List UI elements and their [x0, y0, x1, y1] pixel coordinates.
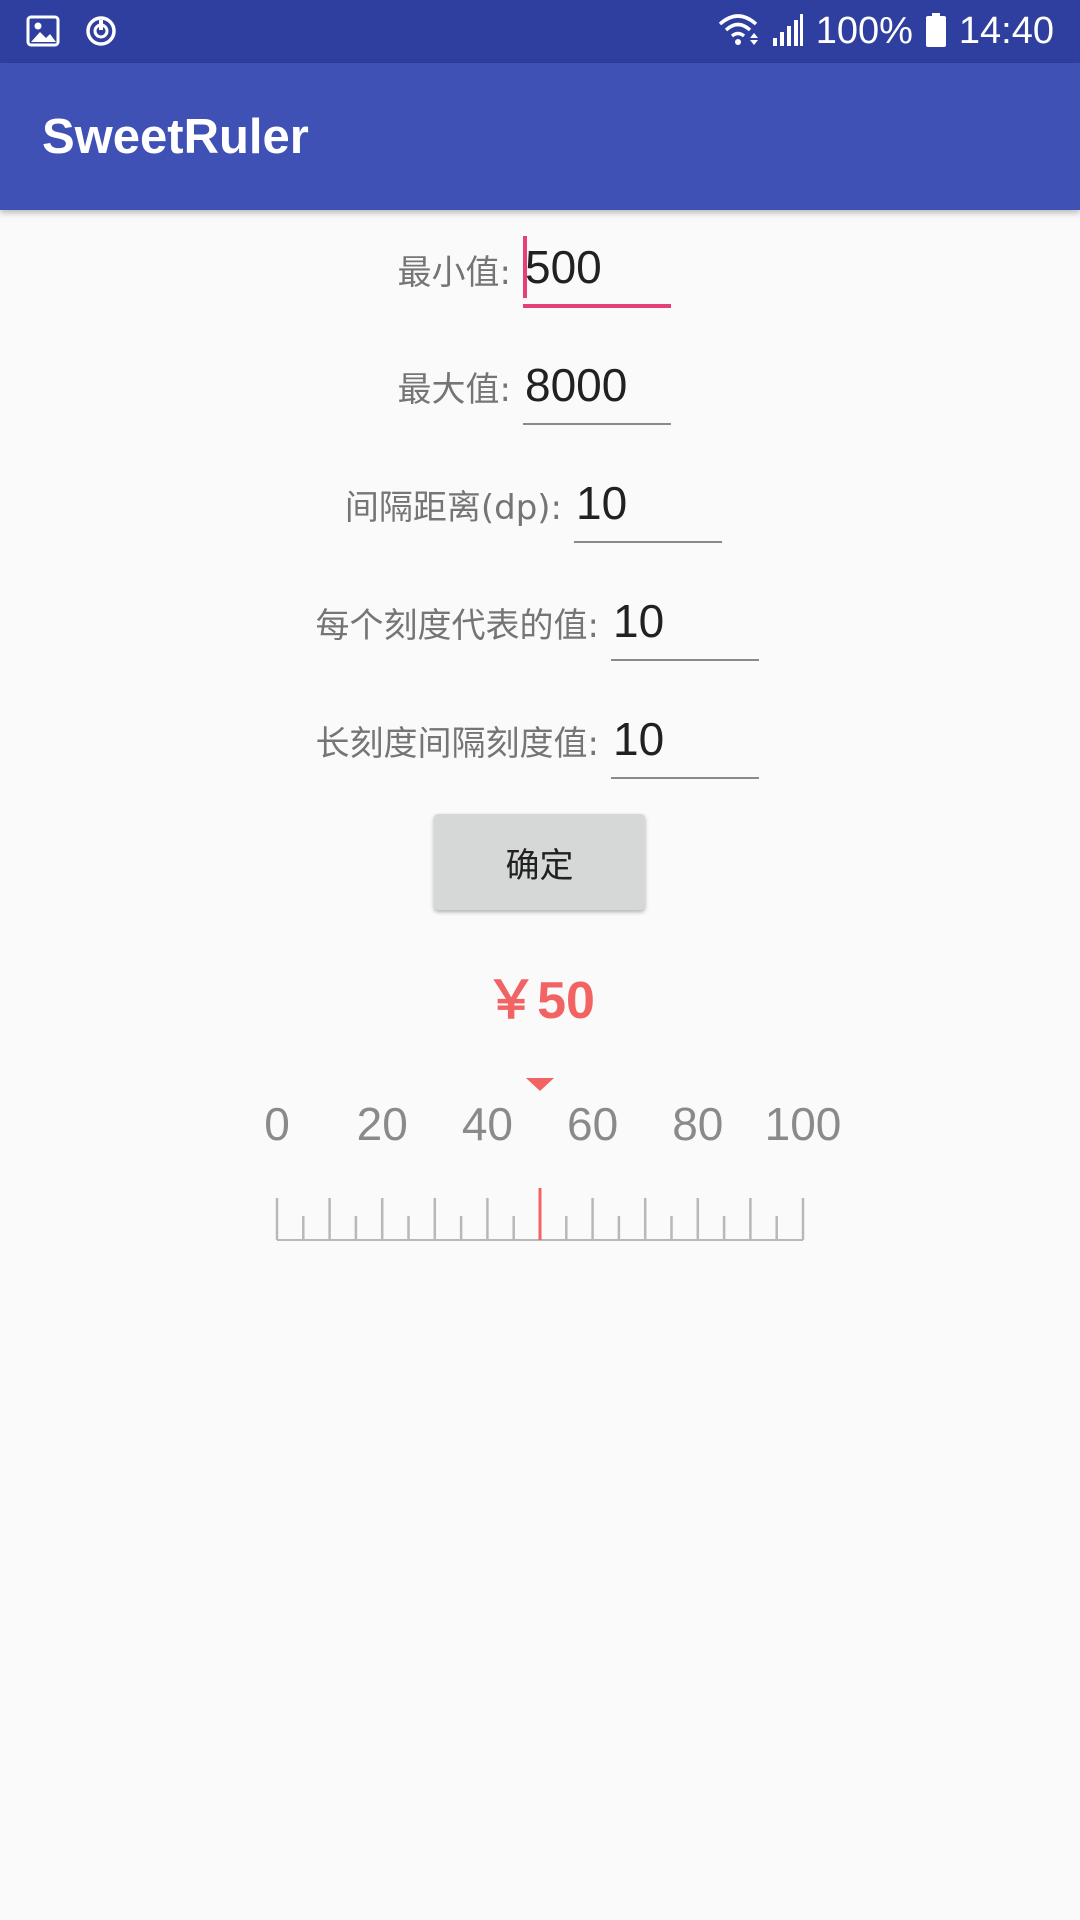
long-tick-interval-input[interactable] — [611, 707, 759, 779]
image-icon — [26, 14, 60, 52]
ruler-tick-labels: 0 20 40 60 80 100 — [264, 1098, 841, 1150]
battery-percent: 100% — [815, 10, 913, 52]
interval-distance-label: 间隔距离(dp): — [344, 488, 562, 528]
max-value-input[interactable] — [523, 353, 671, 425]
status-bar: 100% 14:40 — [0, 0, 1080, 63]
ruler-tick-label: 100 — [765, 1098, 842, 1150]
interval-distance-input[interactable] — [574, 471, 722, 543]
battery-icon — [925, 12, 947, 52]
app-bar: SweetRuler — [0, 63, 1080, 210]
ruler-tick-label: 80 — [672, 1098, 723, 1150]
ruler-slider[interactable]: 0 20 40 60 80 100 — [0, 1060, 1080, 1250]
wifi-icon — [716, 12, 760, 52]
ruler-tick-label: 40 — [462, 1098, 513, 1150]
min-value-label: 最小值: — [397, 253, 511, 293]
text-cursor — [523, 236, 527, 298]
min-value-input[interactable] — [523, 236, 671, 308]
long-tick-interval-label: 长刻度间隔刻度值: — [315, 724, 599, 764]
ruler-pointer-icon — [526, 1078, 554, 1091]
app-title: SweetRuler — [42, 110, 309, 164]
signal-icon — [772, 12, 804, 52]
current-value-display: ￥50 — [485, 972, 595, 1030]
max-value-label: 最大值: — [397, 370, 511, 410]
tick-value-input[interactable] — [611, 589, 759, 661]
clock: 14:40 — [958, 10, 1054, 52]
ruler-tick-label: 0 — [264, 1098, 290, 1150]
ruler-tick-label: 60 — [567, 1098, 618, 1150]
ruler-tick-label: 20 — [357, 1098, 408, 1150]
confirm-button[interactable]: 确定 — [434, 814, 645, 910]
sync-icon — [84, 14, 118, 52]
tick-value-label: 每个刻度代表的值: — [315, 606, 599, 646]
